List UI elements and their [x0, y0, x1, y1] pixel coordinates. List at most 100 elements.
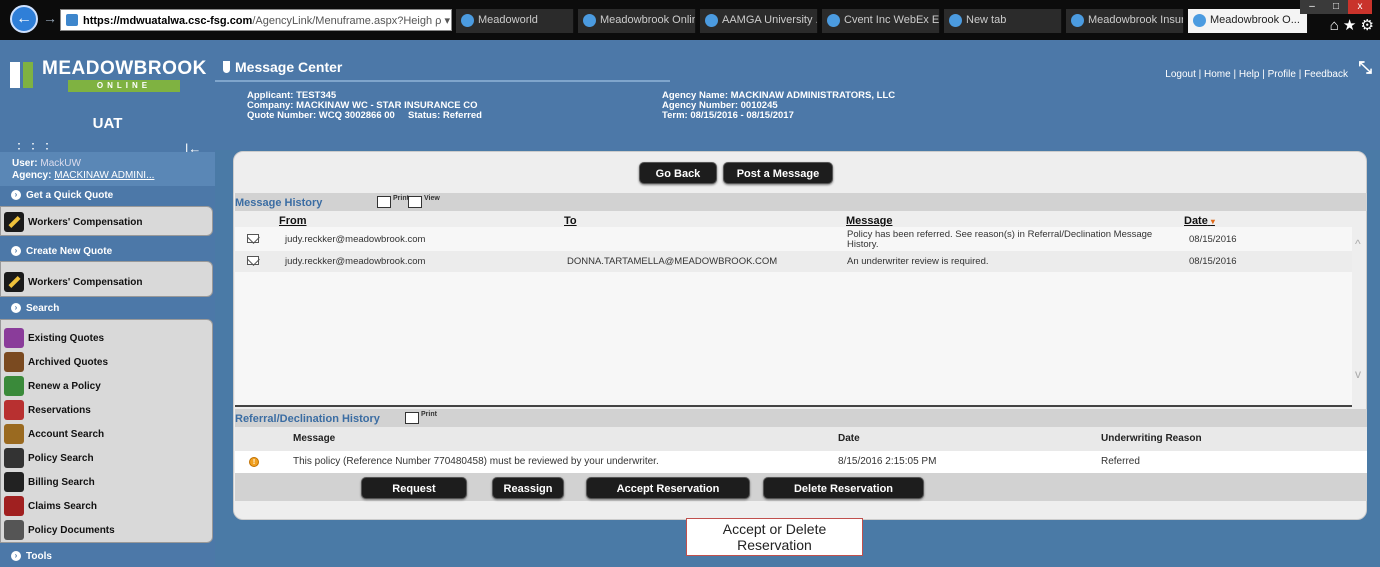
- section-create-new-quote[interactable]: › Create New Quote: [0, 242, 215, 260]
- url-host: https://mdwuatalwa.csc-fsg.com: [83, 15, 253, 27]
- scroll-up-icon[interactable]: ^: [1355, 237, 1361, 251]
- delete-reservation-button[interactable]: Delete Reservation: [763, 477, 924, 499]
- column-header-to[interactable]: To: [564, 215, 577, 227]
- section-label: Search: [26, 303, 60, 314]
- address-bar[interactable]: https://mdwuatalwa.csc-fsg.com/AgencyLin…: [60, 9, 452, 31]
- window-controls: – □ x: [1300, 0, 1376, 14]
- existing-quotes-icon: [4, 328, 24, 348]
- meadowbrook-logo[interactable]: MEADOWBROOK ONLINE: [10, 58, 206, 98]
- browser-tab[interactable]: Meadoworld: [456, 9, 574, 33]
- section-get-quick-quote[interactable]: › Get a Quick Quote: [0, 186, 215, 204]
- minimize-icon[interactable]: –: [1300, 0, 1324, 14]
- reassign-button[interactable]: Reassign: [492, 477, 564, 499]
- sidebar-item-label: Policy Search: [28, 453, 94, 464]
- page-title-text: Message Center: [235, 59, 343, 75]
- request-button[interactable]: Request: [361, 477, 467, 499]
- expand-arrows-icon[interactable]: ⤡: [1358, 58, 1372, 78]
- column-header-from[interactable]: From: [279, 215, 307, 227]
- print-icon[interactable]: [405, 412, 419, 424]
- sidebar-item-archived-quotes[interactable]: Archived Quotes: [1, 350, 212, 374]
- claims-search-icon: [4, 496, 24, 516]
- view-label[interactable]: View: [424, 195, 440, 202]
- quick-quote-card: Workers' Compensation: [0, 206, 213, 236]
- back-arrow-icon[interactable]: ←: [10, 5, 38, 33]
- message-history-title: Message History: [235, 197, 323, 209]
- column-header-date[interactable]: Date ▾: [1184, 215, 1215, 227]
- sidebar-item-policy-documents[interactable]: Policy Documents: [1, 518, 212, 542]
- sidebar-item-reservations[interactable]: Reservations: [1, 398, 212, 422]
- view-icon[interactable]: [408, 196, 422, 208]
- post-message-button[interactable]: Post a Message: [723, 162, 833, 184]
- forward-arrow-icon[interactable]: →: [43, 10, 57, 26]
- tab-favicon-icon: [949, 14, 962, 27]
- date-header-label: Date: [1184, 215, 1208, 227]
- browser-tab-active[interactable]: Meadowbrook O...: [1188, 9, 1308, 33]
- sidebar-item-quick-quote-workers-comp[interactable]: Workers' Compensation: [1, 210, 212, 234]
- renew-policy-icon: [4, 376, 24, 396]
- column-header-message[interactable]: Message: [846, 215, 892, 227]
- sidebar-item-label: Billing Search: [28, 477, 95, 488]
- favorites-star-icon[interactable]: ★: [1343, 17, 1356, 34]
- envelope-icon[interactable]: [247, 256, 259, 265]
- close-icon[interactable]: x: [1348, 0, 1372, 14]
- maximize-icon[interactable]: □: [1324, 0, 1348, 14]
- agency-info: Agency Name: MACKINAW ADMINISTRATORS, LL…: [662, 91, 895, 121]
- referral-history-header: Referral/Declination History Print: [235, 409, 1367, 427]
- annotation-callout: Accept or Delete Reservation: [686, 518, 863, 556]
- main-header: Message Center Logout | Home | Help | Pr…: [215, 40, 1380, 150]
- section-label: Tools: [26, 551, 52, 562]
- bullet-icon: ›: [11, 190, 21, 200]
- tab-label: Meadowbrook Online...: [600, 14, 695, 26]
- envelope-icon[interactable]: [247, 234, 259, 243]
- browser-tab[interactable]: New tab: [944, 9, 1062, 33]
- scroll-down-icon[interactable]: v: [1355, 367, 1361, 381]
- reservation-actions: Request Reassign Accept Reservation Dele…: [235, 473, 1367, 501]
- user-label: User:: [12, 158, 38, 169]
- top-links[interactable]: Logout | Home | Help | Profile | Feedbac…: [1165, 69, 1348, 80]
- ref-message: This policy (Reference Number 770480458)…: [293, 456, 659, 467]
- applicant-info: Applicant: TEST345 Company: MACKINAW WC …: [247, 91, 482, 121]
- sidebar-item-claims-search[interactable]: Claims Search: [1, 494, 212, 518]
- tab-label: Meadoworld: [478, 14, 538, 26]
- home-icon[interactable]: ⌂: [1330, 17, 1339, 34]
- sidebar-item-renew-a-policy[interactable]: Renew a Policy: [1, 374, 212, 398]
- agency-link[interactable]: MACKINAW ADMINI...: [54, 170, 154, 181]
- sidebar-item-label: Claims Search: [28, 501, 97, 512]
- sidebar-item-label: Renew a Policy: [28, 381, 101, 392]
- tab-favicon-icon: [461, 14, 474, 27]
- sidebar-item-billing-search[interactable]: Billing Search: [1, 470, 212, 494]
- browser-tab[interactable]: Cvent Inc WebEx Ent...: [822, 9, 940, 33]
- sidebar-item-policy-search[interactable]: Policy Search: [1, 446, 212, 470]
- reservations-icon: [4, 400, 24, 420]
- table-row[interactable]: ! This policy (Reference Number 77048045…: [235, 451, 1367, 473]
- message-panel: Go Back Post a Message Message History P…: [233, 151, 1367, 520]
- browser-tab[interactable]: AAMGA University ...: [700, 9, 818, 33]
- page-title: Message Center: [223, 59, 343, 75]
- address-controls[interactable]: ρ ▾ 🔒 C: [435, 15, 451, 27]
- section-label: Get a Quick Quote: [26, 190, 114, 201]
- go-back-button[interactable]: Go Back: [639, 162, 717, 184]
- tab-label: Meadowbrook Insur...: [1088, 14, 1184, 26]
- referral-history-title: Referral/Declination History: [235, 413, 380, 425]
- sidebar-item-new-quote-workers-comp[interactable]: Workers' Compensation: [1, 270, 212, 294]
- section-search[interactable]: › Search: [0, 299, 215, 317]
- quote-number: Quote Number: WCQ 3002866 00: [247, 110, 395, 121]
- url-path: /AgencyLink/Menuframe.aspx?Heigh: [252, 15, 433, 27]
- browser-tab[interactable]: Meadowbrook Online...: [578, 9, 696, 33]
- print-icon[interactable]: [377, 196, 391, 208]
- message-from: judy.reckker@meadowbrook.com: [285, 234, 426, 245]
- print-label[interactable]: Print: [393, 195, 409, 202]
- accept-reservation-button[interactable]: Accept Reservation: [586, 477, 750, 499]
- sidebar-item-existing-quotes[interactable]: Existing Quotes: [1, 326, 212, 350]
- table-row[interactable]: judy.reckker@meadowbrook.com DONNA.TARTA…: [235, 251, 1352, 272]
- settings-gear-icon[interactable]: ⚙: [1361, 17, 1374, 34]
- bullet-icon: ›: [11, 303, 21, 313]
- section-tools[interactable]: › Tools: [0, 547, 215, 565]
- ref-column-date: Date: [838, 433, 860, 444]
- referral-columns: Message Date Underwriting Reason: [235, 427, 1367, 451]
- sidebar-item-account-search[interactable]: Account Search: [1, 422, 212, 446]
- print-label[interactable]: Print: [421, 411, 437, 418]
- tab-favicon-icon: [705, 14, 718, 27]
- table-row[interactable]: judy.reckker@meadowbrook.com Policy has …: [235, 229, 1352, 250]
- browser-tab[interactable]: Meadowbrook Insur...: [1066, 9, 1184, 33]
